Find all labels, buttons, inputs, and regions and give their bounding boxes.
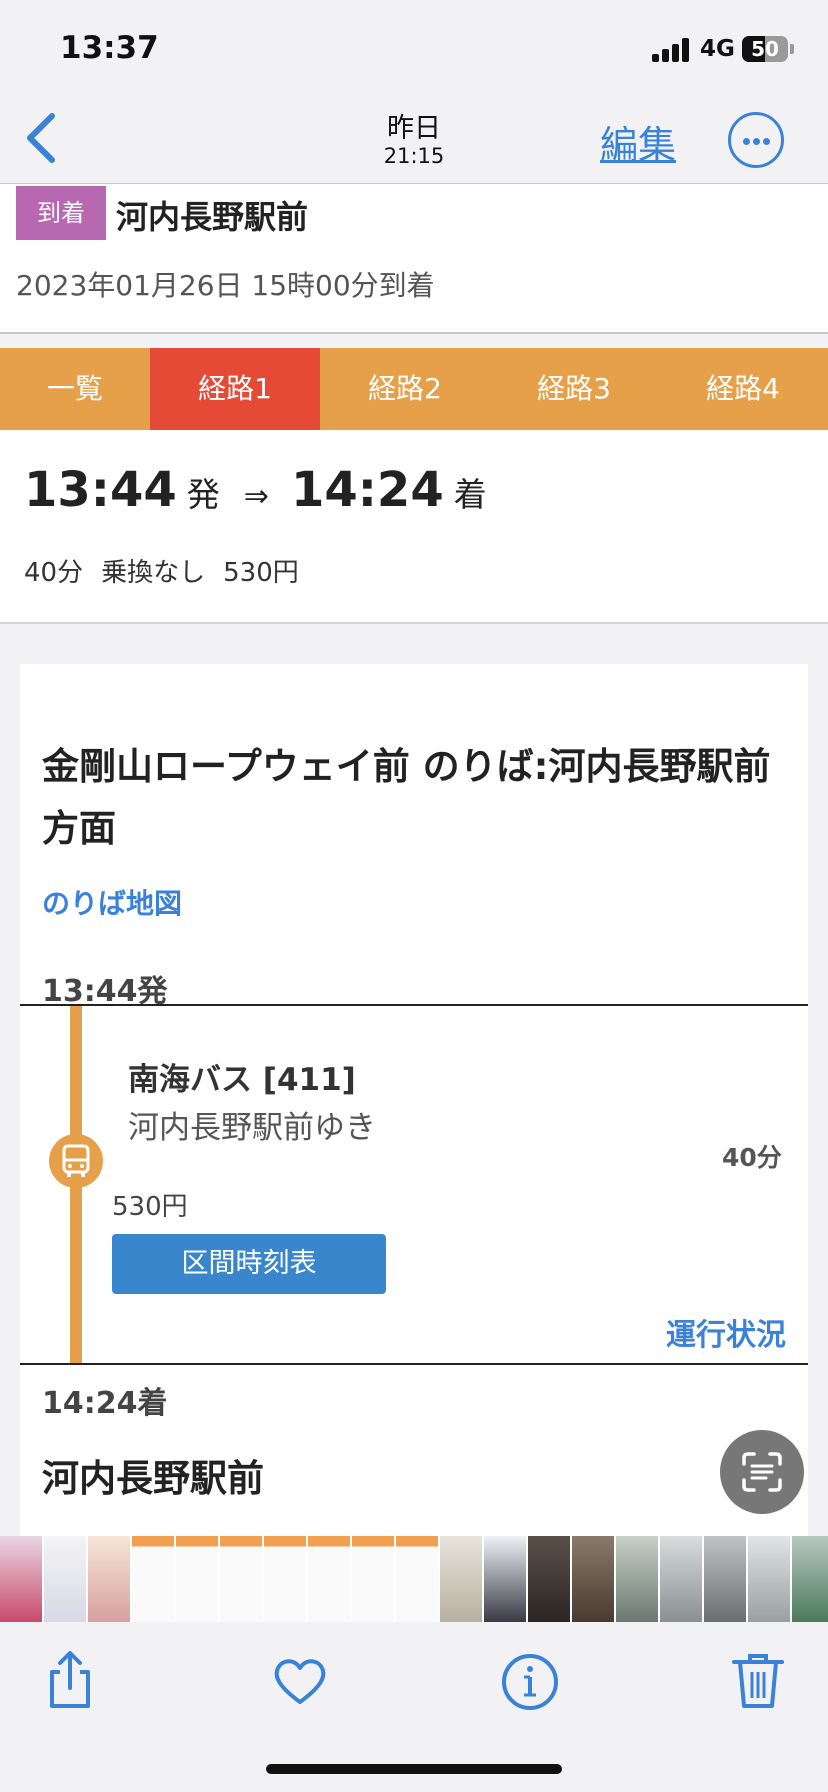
section-divider [0, 332, 828, 348]
ellipsis-circle-icon [743, 138, 750, 145]
summary-duration: 40分 [24, 558, 84, 588]
nav-bar: 昨日 21:15 編集 [0, 100, 828, 184]
segment-duration: 40分 [722, 1143, 782, 1172]
thumbnail[interactable] [44, 1536, 86, 1622]
more-button[interactable] [728, 112, 784, 168]
section-timetable-button[interactable]: 区間時刻表 [112, 1234, 386, 1294]
share-button[interactable] [38, 1648, 102, 1712]
summary-depart-label: 発 [186, 475, 220, 514]
card-margin [808, 664, 828, 1544]
route-summary-info: 40分 乗換なし 530円 [24, 552, 317, 589]
arrival-station: 河内長野駅前 [116, 198, 309, 236]
network-type: 4G [700, 36, 735, 62]
tab-list[interactable]: 一覧 [0, 348, 150, 430]
arrival-time: 14:24着 [42, 1386, 168, 1421]
status-time: 13:37 [60, 30, 159, 66]
thumbnail[interactable] [176, 1536, 218, 1622]
live-text-button[interactable] [720, 1430, 804, 1514]
tab-route-2[interactable]: 経路2 [320, 348, 490, 430]
thumbnail[interactable] [88, 1536, 130, 1622]
nav-subtitle: 21:15 [383, 144, 445, 168]
thumbnail[interactable] [484, 1536, 526, 1622]
summary-transfers: 乗換なし [101, 558, 206, 588]
section-divider [0, 622, 828, 664]
thumbnail[interactable] [572, 1536, 614, 1622]
thumbnail[interactable] [308, 1536, 350, 1622]
thumbnail[interactable] [0, 1536, 42, 1622]
bus-line-name: 南海バス [411] [128, 1062, 356, 1098]
summary-depart-time: 13:44 [24, 462, 177, 518]
thumbnail[interactable] [792, 1536, 828, 1622]
segment-bottom-rule [20, 1363, 808, 1365]
summary-arrive-label: 着 [453, 475, 487, 514]
arrival-badge: 到着 [16, 186, 106, 240]
heart-icon [274, 1659, 326, 1704]
photo-thumbnail-strip[interactable] [0, 1536, 828, 1622]
thumbnail[interactable] [264, 1536, 306, 1622]
live-text-scan-icon [742, 1452, 782, 1492]
favorite-button[interactable] [268, 1648, 332, 1712]
tab-route-3[interactable]: 経路3 [490, 348, 658, 430]
signal-icon [652, 38, 692, 62]
battery-cap [790, 44, 794, 54]
service-status-link[interactable]: 運行状況 [666, 1310, 786, 1354]
battery-icon: 50 [742, 36, 788, 62]
thumbnail[interactable] [132, 1536, 174, 1622]
thumbnail[interactable] [396, 1536, 438, 1622]
route-tabs: 一覧 経路1 経路2 経路3 経路4 [0, 348, 828, 430]
summary-arrive-time: 14:24 [290, 462, 444, 518]
summary-fare: 530円 [223, 558, 299, 588]
info-button[interactable] [498, 1648, 562, 1712]
thumbnail[interactable] [616, 1536, 658, 1622]
info-icon [502, 1654, 558, 1710]
thumbnail[interactable] [528, 1536, 570, 1622]
thumbnail[interactable] [660, 1536, 702, 1622]
departure-stop-name: 金剛山ロープウェイ前 のりば:河内長野駅前方面 [42, 745, 771, 850]
segment-fare: 530円 [112, 1192, 188, 1222]
platform-map-link[interactable]: のりば地図 [42, 882, 182, 922]
ellipsis-dot [763, 138, 770, 145]
thumbnail[interactable] [220, 1536, 262, 1622]
segment-top-rule [20, 1004, 808, 1006]
trash-icon [732, 1654, 784, 1708]
bus-icon [49, 1134, 103, 1188]
thumbnail[interactable] [704, 1536, 746, 1622]
nav-title: 昨日 [387, 113, 441, 144]
arrival-datetime: 2023年01月26日 15時00分到着 [16, 269, 435, 302]
chevron-left-icon [27, 113, 55, 163]
back-button[interactable] [22, 110, 62, 166]
bus-destination: 河内長野駅前ゆき [128, 1110, 376, 1146]
ellipsis-dot [753, 138, 760, 145]
route-summary-times: 13:44 発 ⇒ 14:24 着 [24, 462, 487, 518]
share-icon [50, 1651, 90, 1708]
home-indicator [266, 1764, 562, 1774]
tab-route-1[interactable]: 経路1 [150, 348, 320, 430]
thumbnail[interactable] [352, 1536, 394, 1622]
delete-button[interactable] [726, 1648, 790, 1712]
summary-arrow: ⇒ [243, 479, 269, 514]
tab-route-4[interactable]: 経路4 [658, 348, 828, 430]
thumbnail[interactable] [440, 1536, 482, 1622]
card-margin [0, 664, 20, 1544]
arrival-stop-name: 河内長野駅前 [42, 1457, 264, 1500]
battery-level: 50 [751, 37, 779, 61]
status-bar: 13:37 4G 50 [0, 0, 828, 100]
thumbnail[interactable] [748, 1536, 790, 1622]
edit-button[interactable]: 編集 [600, 114, 676, 169]
